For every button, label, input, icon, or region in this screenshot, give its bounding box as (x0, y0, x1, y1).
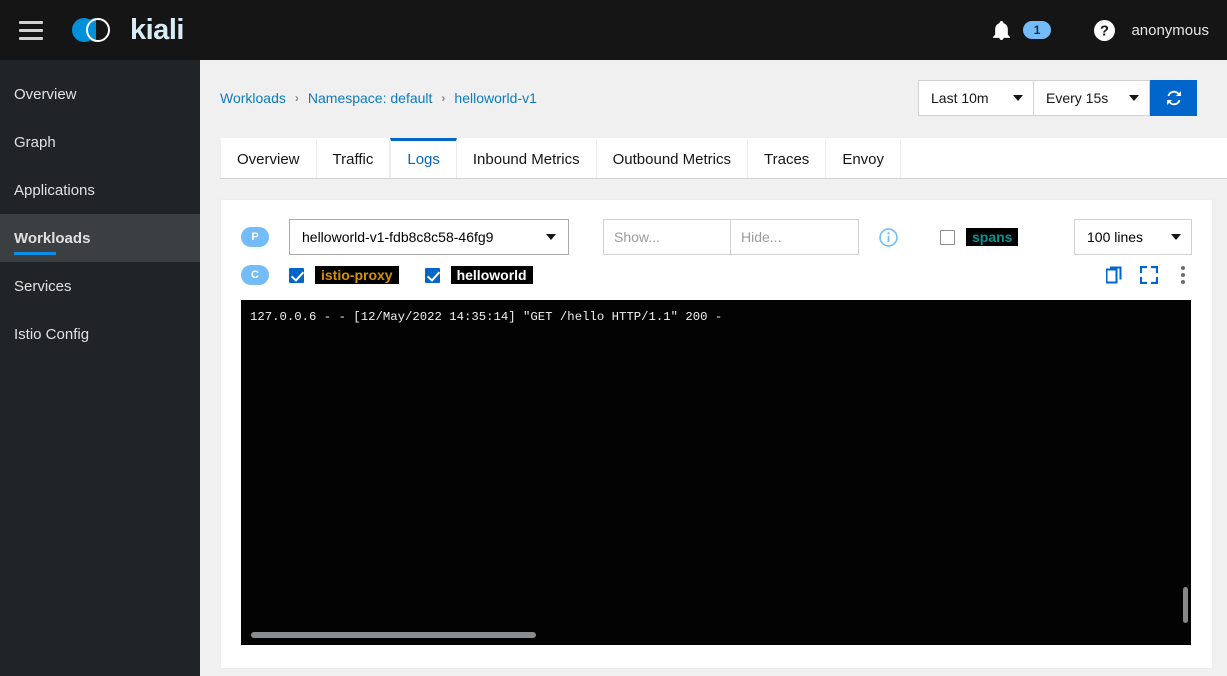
tab-label: Inbound Metrics (472, 151, 580, 168)
sidebar: Overview Graph Applications Workloads Se… (0, 60, 200, 676)
bell-icon[interactable] (987, 15, 1017, 45)
body: Overview Graph Applications Workloads Se… (0, 60, 1227, 676)
logs-card: P helloworld-v1-fdb8c8c58-46fg9 sp (220, 199, 1213, 669)
container-badge: C (241, 265, 269, 285)
breadcrumb: Workloads › Namespace: default › hellowo… (220, 90, 537, 106)
tab-logs[interactable]: Logs (390, 138, 457, 178)
question-circle-icon[interactable]: ? (1089, 15, 1119, 45)
time-controls: Last 10m Every 15s (918, 80, 1197, 116)
tab-label: Envoy (842, 151, 885, 168)
log-line: 127.0.0.6 - - [12/May/2022 14:35:14] "GE… (250, 310, 723, 324)
sidebar-item-label: Overview (14, 85, 77, 103)
spans-label: spans (966, 228, 1019, 246)
tab-label: Outbound Metrics (612, 151, 732, 168)
containers-row: C istio-proxy helloworld (241, 258, 1192, 292)
tab-inbound-metrics[interactable]: Inbound Metrics (457, 138, 597, 178)
masthead: kiali 1 ? anonymous (0, 0, 1227, 60)
lines-select[interactable]: 100 lines (1074, 219, 1192, 255)
pod-badge: P (241, 227, 269, 247)
masthead-actions: 1 ? anonymous (987, 15, 1209, 45)
tab-bar: Overview Traffic Logs Inbound Metrics Ou… (220, 138, 1227, 179)
sync-icon (1166, 90, 1181, 106)
log-horizontal-scrollbar[interactable] (251, 632, 536, 638)
svg-text:?: ? (1100, 23, 1109, 39)
sidebar-item-overview[interactable]: Overview (0, 70, 200, 118)
container-toggle-istio-proxy: istio-proxy (289, 266, 399, 284)
show-input[interactable] (603, 219, 731, 255)
sidebar-item-applications[interactable]: Applications (0, 166, 200, 214)
hamburger-icon[interactable] (14, 13, 48, 47)
main-content: Workloads › Namespace: default › hellowo… (200, 60, 1227, 676)
breadcrumb-separator-icon: › (441, 91, 446, 105)
chevron-down-icon (1013, 95, 1023, 101)
lines-select-value: 100 lines (1087, 229, 1144, 245)
kiali-logo-icon (72, 15, 120, 45)
sidebar-item-workloads[interactable]: Workloads (0, 214, 200, 262)
copy-icon[interactable] (1106, 266, 1124, 284)
expand-icon[interactable] (1140, 266, 1158, 284)
sidebar-item-label: Applications (14, 181, 95, 199)
hide-input[interactable] (731, 219, 859, 255)
chevron-down-icon (546, 234, 556, 240)
tab-envoy[interactable]: Envoy (826, 138, 902, 178)
container-label-helloworld: helloworld (450, 266, 533, 284)
refresh-interval-select[interactable]: Every 15s (1034, 80, 1150, 116)
notification-badge[interactable]: 1 (1022, 21, 1052, 39)
brand-logo[interactable]: kiali (72, 14, 184, 47)
log-actions (1106, 265, 1192, 285)
tab-label: Logs (407, 151, 440, 168)
time-range-label: Last 10m (931, 90, 989, 106)
log-filters (603, 219, 859, 255)
kebab-menu-icon[interactable] (1174, 265, 1192, 285)
time-range-select[interactable]: Last 10m (918, 80, 1034, 116)
breadcrumb-separator-icon: › (294, 91, 299, 105)
sidebar-item-label: Workloads (14, 229, 91, 247)
breadcrumb-workloads[interactable]: Workloads (220, 90, 286, 106)
spans-checkbox[interactable] (940, 229, 955, 245)
breadcrumb-workload-name[interactable]: helloworld-v1 (454, 90, 536, 106)
sidebar-item-istio-config[interactable]: Istio Config (0, 310, 200, 358)
container-checkbox-helloworld[interactable] (424, 267, 440, 283)
container-label-istio-proxy: istio-proxy (315, 266, 399, 284)
chevron-down-icon (1171, 234, 1181, 240)
sidebar-item-label: Graph (14, 133, 56, 151)
tab-label: Traces (764, 151, 810, 168)
user-name[interactable]: anonymous (1131, 22, 1209, 39)
pod-select[interactable]: helloworld-v1-fdb8c8c58-46fg9 (289, 219, 569, 255)
sidebar-item-services[interactable]: Services (0, 262, 200, 310)
tab-label: Traffic (332, 151, 374, 168)
container-checkbox-istio-proxy[interactable] (289, 267, 304, 283)
sidebar-item-label: Services (14, 277, 72, 295)
pod-select-value: helloworld-v1-fdb8c8c58-46fg9 (302, 229, 494, 245)
breadcrumb-namespace[interactable]: Namespace: default (308, 90, 433, 106)
refresh-button[interactable] (1150, 80, 1197, 116)
spans-toggle: spans (940, 228, 1019, 246)
refresh-interval-label: Every 15s (1046, 90, 1109, 106)
tab-traces[interactable]: Traces (748, 138, 827, 178)
sidebar-item-graph[interactable]: Graph (0, 118, 200, 166)
log-viewport: 127.0.0.6 - - [12/May/2022 14:35:14] "GE… (241, 300, 1192, 645)
tab-outbound-metrics[interactable]: Outbound Metrics (597, 138, 749, 178)
log-output[interactable]: 127.0.0.6 - - [12/May/2022 14:35:14] "GE… (241, 300, 1191, 645)
tab-overview[interactable]: Overview (220, 138, 317, 178)
brand-name: kiali (130, 13, 184, 46)
info-circle-icon[interactable] (879, 227, 898, 247)
tab-label: Overview (237, 151, 300, 168)
kiali-app: kiali 1 ? anonymous Overview Graph Appli… (0, 0, 1227, 676)
tab-traffic[interactable]: Traffic (317, 138, 391, 178)
sidebar-item-label: Istio Config (14, 325, 90, 343)
chevron-down-icon (1129, 95, 1139, 101)
container-toggle-helloworld: helloworld (424, 266, 533, 284)
log-vertical-scrollbar[interactable] (1183, 587, 1188, 623)
logs-toolbar: P helloworld-v1-fdb8c8c58-46fg9 sp (241, 218, 1192, 256)
header-row: Workloads › Namespace: default › hellowo… (200, 60, 1227, 116)
